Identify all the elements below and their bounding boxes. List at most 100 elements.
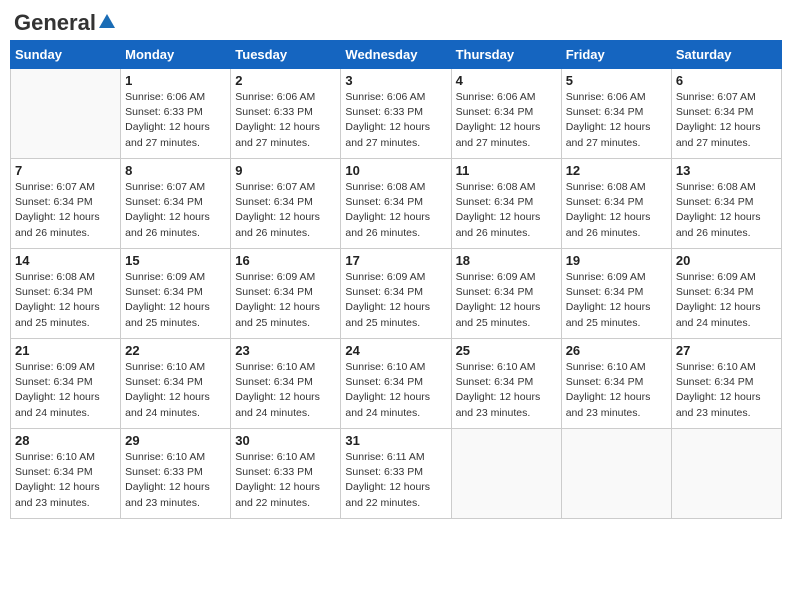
empty-cell <box>11 69 121 159</box>
calendar-header-row: SundayMondayTuesdayWednesdayThursdayFrid… <box>11 41 782 69</box>
day-header-friday: Friday <box>561 41 671 69</box>
day-info: Sunrise: 6:06 AM Sunset: 6:33 PM Dayligh… <box>345 90 446 151</box>
day-number: 5 <box>566 73 667 88</box>
day-cell-9: 9 Sunrise: 6:07 AM Sunset: 6:34 PM Daylig… <box>231 159 341 249</box>
day-number: 9 <box>235 163 336 178</box>
day-cell-26: 26Sunrise: 6:10 AM Sunset: 6:34 PM Dayli… <box>561 339 671 429</box>
day-cell-20: 20 Sunrise: 6:09 AM Sunset: 6:34 PM Dayli… <box>671 249 781 339</box>
day-info: Sunrise: 6:10 AM Sunset: 6:34 PM Dayligh… <box>456 360 557 421</box>
day-info: Sunrise: 6:09 AM Sunset: 6:34 PM Dayligh… <box>676 270 777 331</box>
day-cell-31: 31Sunrise: 6:11 AM Sunset: 6:33 PM Dayli… <box>341 429 451 519</box>
day-info: Sunrise: 6:08 AM Sunset: 6:34 PM Dayligh… <box>345 180 446 241</box>
day-number: 16 <box>235 253 336 268</box>
page-header: General <box>10 10 782 32</box>
day-info: Sunrise: 6:09 AM Sunset: 6:34 PM Dayligh… <box>235 270 336 331</box>
day-cell-12: 12 Sunrise: 6:08 AM Sunset: 6:34 PM Dayli… <box>561 159 671 249</box>
day-number: 1 <box>125 73 226 88</box>
day-cell-29: 29 Sunrise: 6:10 AM Sunset: 6:33 PM Dayli… <box>121 429 231 519</box>
day-number: 19 <box>566 253 667 268</box>
logo-triangle-icon <box>99 14 115 28</box>
empty-cell <box>561 429 671 519</box>
day-cell-3: 3 Sunrise: 6:06 AM Sunset: 6:33 PM Daylig… <box>341 69 451 159</box>
day-number: 15 <box>125 253 226 268</box>
day-header-monday: Monday <box>121 41 231 69</box>
day-cell-16: 16 Sunrise: 6:09 AM Sunset: 6:34 PM Dayli… <box>231 249 341 339</box>
week-row-1: 1 Sunrise: 6:06 AM Sunset: 6:33 PM Daylig… <box>11 69 782 159</box>
day-cell-28: 28 Sunrise: 6:10 AM Sunset: 6:34 PM Dayli… <box>11 429 121 519</box>
day-info: Sunrise: 6:10 AM Sunset: 6:33 PM Dayligh… <box>125 450 226 511</box>
day-number: 28 <box>15 433 116 448</box>
day-info: Sunrise: 6:07 AM Sunset: 6:34 PM Dayligh… <box>15 180 116 241</box>
day-number: 2 <box>235 73 336 88</box>
day-cell-13: 13 Sunrise: 6:08 AM Sunset: 6:34 PM Dayli… <box>671 159 781 249</box>
day-number: 23 <box>235 343 336 358</box>
day-number: 20 <box>676 253 777 268</box>
day-cell-5: 5 Sunrise: 6:06 AM Sunset: 6:34 PM Daylig… <box>561 69 671 159</box>
day-info: Sunrise: 6:08 AM Sunset: 6:34 PM Dayligh… <box>676 180 777 241</box>
day-number: 26 <box>566 343 667 358</box>
day-cell-24: 24 Sunrise: 6:10 AM Sunset: 6:34 PM Dayli… <box>341 339 451 429</box>
day-number: 17 <box>345 253 446 268</box>
day-number: 10 <box>345 163 446 178</box>
day-number: 31 <box>345 433 446 448</box>
day-info: Sunrise: 6:10 AM Sunset: 6:34 PM Dayligh… <box>235 360 336 421</box>
day-info: Sunrise: 6:06 AM Sunset: 6:34 PM Dayligh… <box>566 90 667 151</box>
day-cell-19: 19 Sunrise: 6:09 AM Sunset: 6:34 PM Dayli… <box>561 249 671 339</box>
day-number: 21 <box>15 343 116 358</box>
week-row-2: 7 Sunrise: 6:07 AM Sunset: 6:34 PM Daylig… <box>11 159 782 249</box>
day-header-thursday: Thursday <box>451 41 561 69</box>
day-cell-25: 25 Sunrise: 6:10 AM Sunset: 6:34 PM Dayli… <box>451 339 561 429</box>
day-info: Sunrise: 6:08 AM Sunset: 6:34 PM Dayligh… <box>566 180 667 241</box>
day-number: 24 <box>345 343 446 358</box>
day-cell-17: 17 Sunrise: 6:09 AM Sunset: 6:34 PM Dayli… <box>341 249 451 339</box>
day-number: 8 <box>125 163 226 178</box>
day-number: 13 <box>676 163 777 178</box>
day-info: Sunrise: 6:09 AM Sunset: 6:34 PM Dayligh… <box>125 270 226 331</box>
day-number: 29 <box>125 433 226 448</box>
day-info: Sunrise: 6:07 AM Sunset: 6:34 PM Dayligh… <box>676 90 777 151</box>
day-info: Sunrise: 6:10 AM Sunset: 6:34 PM Dayligh… <box>345 360 446 421</box>
day-number: 25 <box>456 343 557 358</box>
day-info: Sunrise: 6:06 AM Sunset: 6:33 PM Dayligh… <box>235 90 336 151</box>
day-info: Sunrise: 6:07 AM Sunset: 6:34 PM Dayligh… <box>125 180 226 241</box>
day-cell-7: 7 Sunrise: 6:07 AM Sunset: 6:34 PM Daylig… <box>11 159 121 249</box>
day-number: 14 <box>15 253 116 268</box>
day-info: Sunrise: 6:09 AM Sunset: 6:34 PM Dayligh… <box>345 270 446 331</box>
day-header-saturday: Saturday <box>671 41 781 69</box>
day-cell-18: 18Sunrise: 6:09 AM Sunset: 6:34 PM Dayli… <box>451 249 561 339</box>
day-info: Sunrise: 6:10 AM Sunset: 6:34 PM Dayligh… <box>15 450 116 511</box>
day-header-tuesday: Tuesday <box>231 41 341 69</box>
week-row-4: 21 Sunrise: 6:09 AM Sunset: 6:34 PM Dayli… <box>11 339 782 429</box>
day-cell-22: 22Sunrise: 6:10 AM Sunset: 6:34 PM Dayli… <box>121 339 231 429</box>
day-cell-2: 2 Sunrise: 6:06 AM Sunset: 6:33 PM Daylig… <box>231 69 341 159</box>
day-cell-11: 11 Sunrise: 6:08 AM Sunset: 6:34 PM Dayli… <box>451 159 561 249</box>
day-cell-30: 30 Sunrise: 6:10 AM Sunset: 6:33 PM Dayli… <box>231 429 341 519</box>
day-cell-8: 8 Sunrise: 6:07 AM Sunset: 6:34 PM Daylig… <box>121 159 231 249</box>
day-info: Sunrise: 6:10 AM Sunset: 6:34 PM Dayligh… <box>125 360 226 421</box>
day-number: 7 <box>15 163 116 178</box>
day-cell-15: 15 Sunrise: 6:09 AM Sunset: 6:34 PM Dayli… <box>121 249 231 339</box>
empty-cell <box>671 429 781 519</box>
day-cell-21: 21 Sunrise: 6:09 AM Sunset: 6:34 PM Dayli… <box>11 339 121 429</box>
day-cell-23: 23 Sunrise: 6:10 AM Sunset: 6:34 PM Dayli… <box>231 339 341 429</box>
day-header-wednesday: Wednesday <box>341 41 451 69</box>
day-info: Sunrise: 6:10 AM Sunset: 6:34 PM Dayligh… <box>676 360 777 421</box>
day-cell-14: 14Sunrise: 6:08 AM Sunset: 6:34 PM Dayli… <box>11 249 121 339</box>
day-info: Sunrise: 6:06 AM Sunset: 6:34 PM Dayligh… <box>456 90 557 151</box>
day-number: 3 <box>345 73 446 88</box>
day-info: Sunrise: 6:10 AM Sunset: 6:33 PM Dayligh… <box>235 450 336 511</box>
day-info: Sunrise: 6:09 AM Sunset: 6:34 PM Dayligh… <box>566 270 667 331</box>
day-number: 30 <box>235 433 336 448</box>
day-number: 12 <box>566 163 667 178</box>
day-number: 11 <box>456 163 557 178</box>
day-cell-10: 10 Sunrise: 6:08 AM Sunset: 6:34 PM Dayli… <box>341 159 451 249</box>
logo-general: General <box>14 10 96 36</box>
day-info: Sunrise: 6:07 AM Sunset: 6:34 PM Dayligh… <box>235 180 336 241</box>
calendar-table: SundayMondayTuesdayWednesdayThursdayFrid… <box>10 40 782 519</box>
day-info: Sunrise: 6:08 AM Sunset: 6:34 PM Dayligh… <box>456 180 557 241</box>
day-cell-1: 1Sunrise: 6:06 AM Sunset: 6:33 PM Daylig… <box>121 69 231 159</box>
week-row-5: 28 Sunrise: 6:10 AM Sunset: 6:34 PM Dayli… <box>11 429 782 519</box>
day-cell-6: 6Sunrise: 6:07 AM Sunset: 6:34 PM Daylig… <box>671 69 781 159</box>
day-info: Sunrise: 6:09 AM Sunset: 6:34 PM Dayligh… <box>15 360 116 421</box>
empty-cell <box>451 429 561 519</box>
